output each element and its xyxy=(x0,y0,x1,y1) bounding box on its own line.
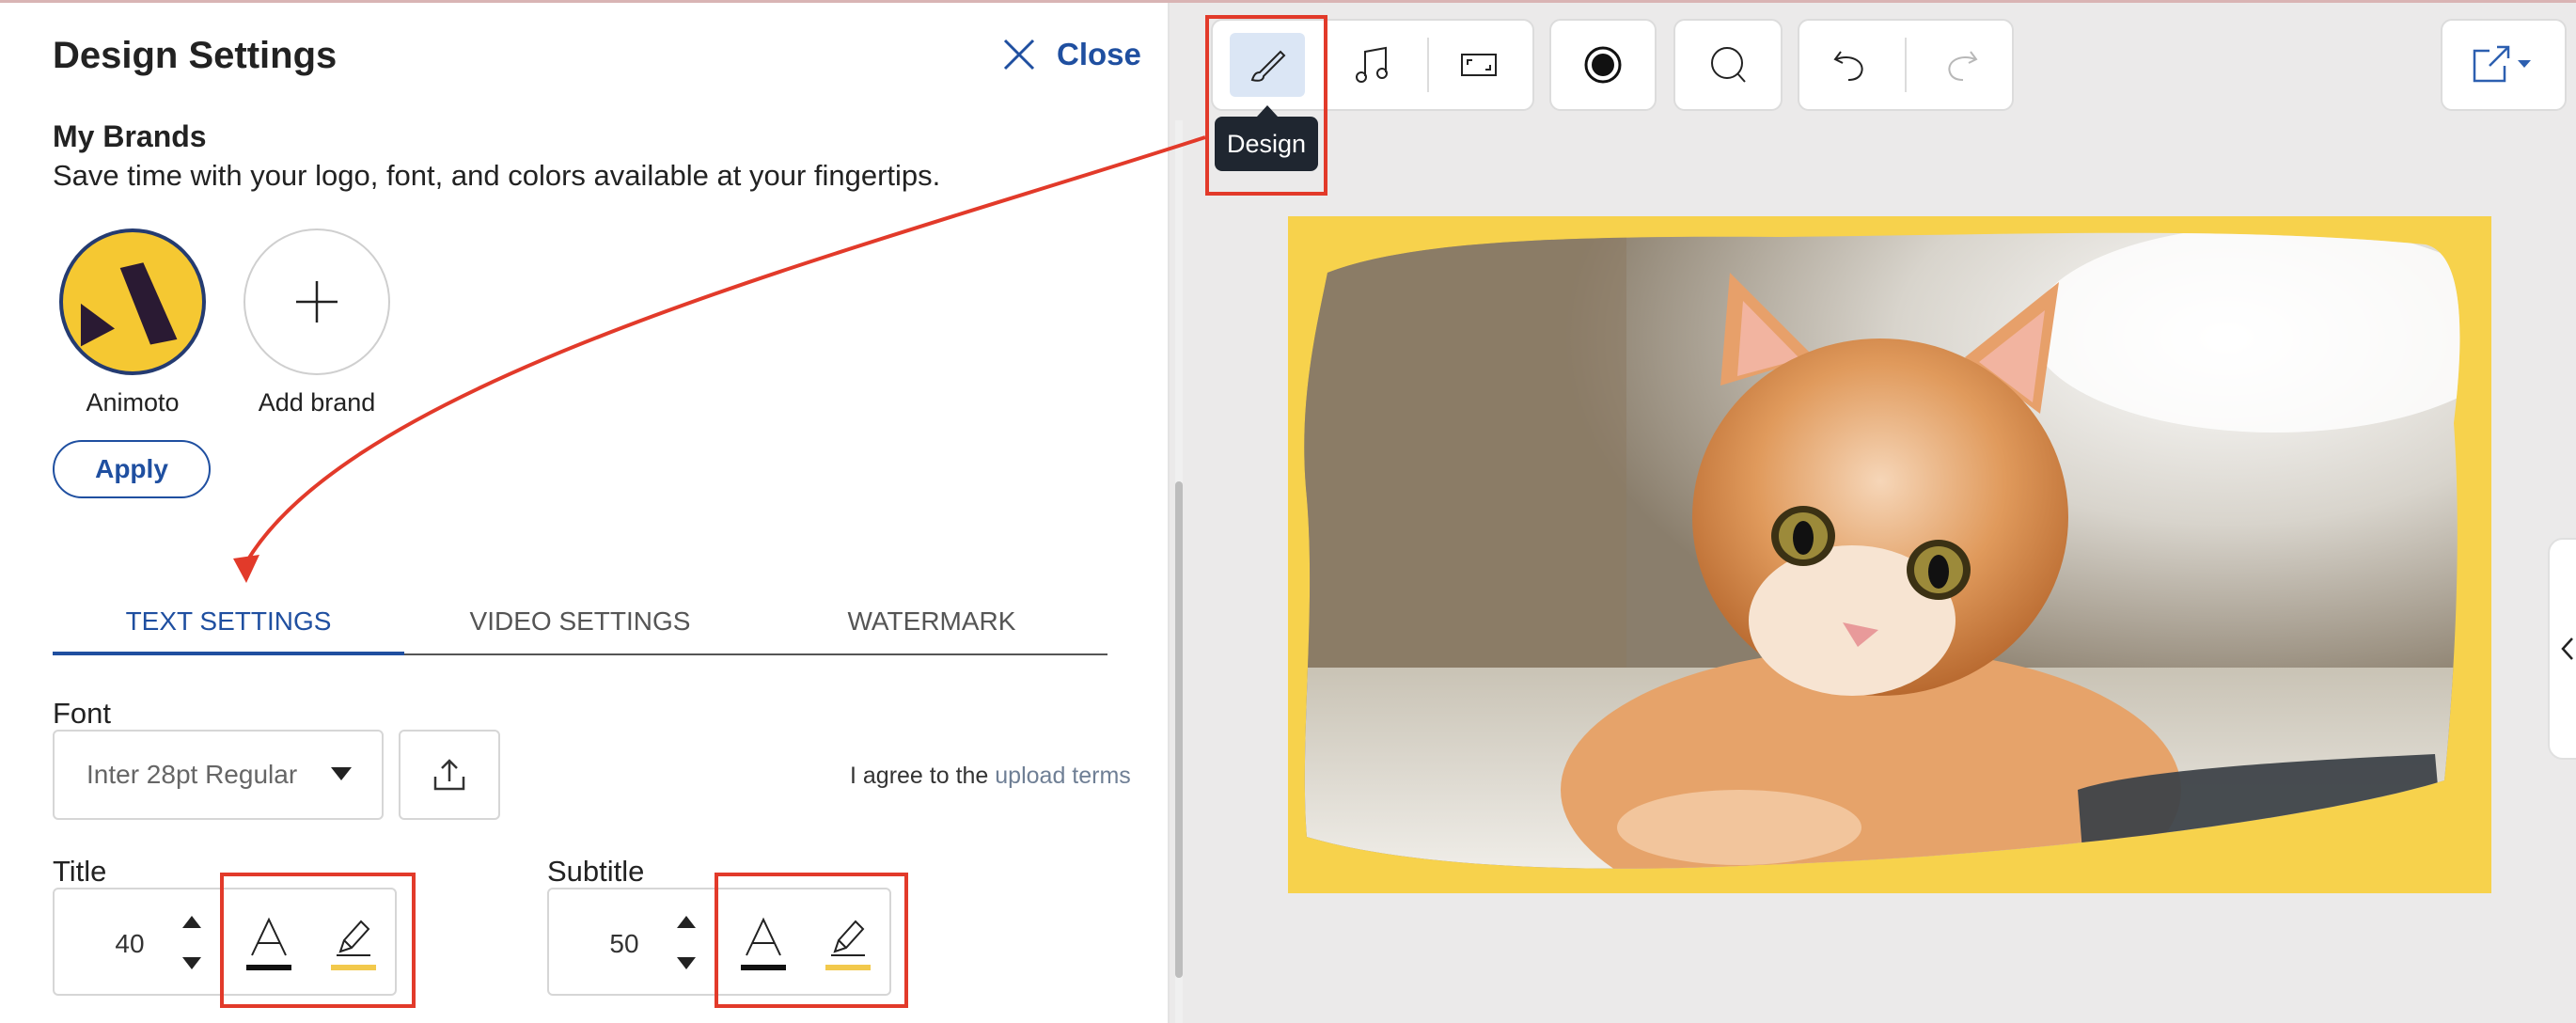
annotation-arrow xyxy=(233,135,1206,583)
